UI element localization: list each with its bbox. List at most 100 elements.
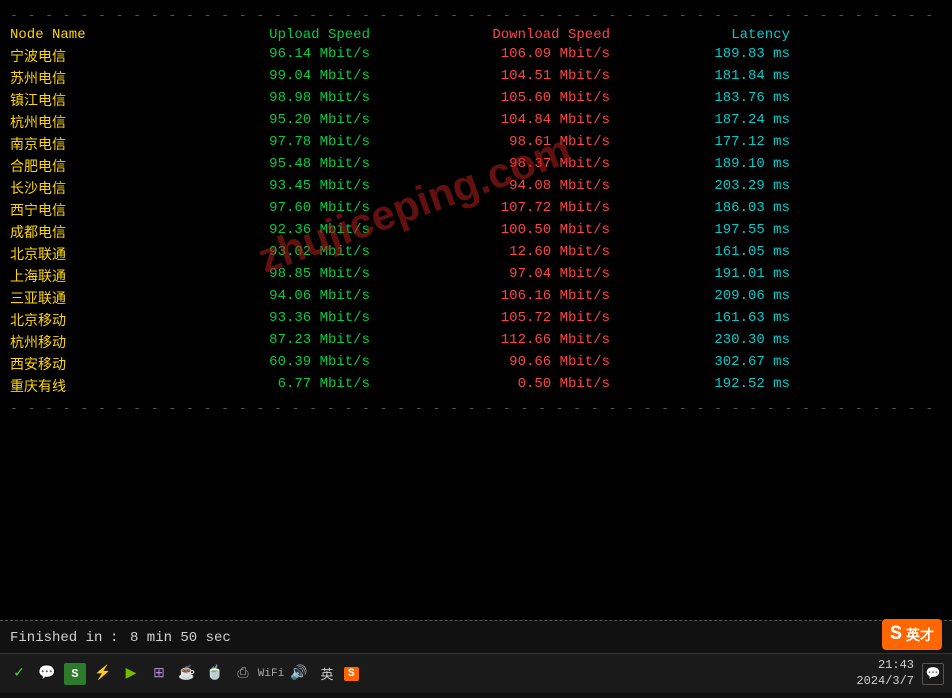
- table-header: Node Name Upload Speed Download Speed La…: [10, 23, 942, 45]
- cell-node: 上海联通: [10, 266, 150, 286]
- cell-upload: 97.78 Mbit/s: [150, 134, 390, 154]
- top-dashed-line: - - - - - - - - - - - - - - - - - - - - …: [10, 8, 942, 23]
- cell-download: 94.08 Mbit/s: [390, 178, 630, 198]
- coffee-icon[interactable]: ☕: [176, 663, 198, 685]
- cell-latency: 191.01 ms: [630, 266, 790, 286]
- table-row: 三亚联通 94.06 Mbit/s 106.16 Mbit/s 209.06 m…: [10, 287, 942, 309]
- cell-upload: 99.04 Mbit/s: [150, 68, 390, 88]
- cell-upload: 95.20 Mbit/s: [150, 112, 390, 132]
- cell-node: 三亚联通: [10, 288, 150, 308]
- header-latency: Latency: [630, 27, 790, 43]
- taskbar-date: 2024/3/7: [856, 674, 914, 690]
- cell-upload: 98.98 Mbit/s: [150, 90, 390, 110]
- cell-latency: 183.76 ms: [630, 90, 790, 110]
- table-row: 杭州电信 95.20 Mbit/s 104.84 Mbit/s 187.24 m…: [10, 111, 942, 133]
- cell-latency: 209.06 ms: [630, 288, 790, 308]
- grid-icon[interactable]: ⊞: [148, 663, 170, 685]
- cell-node: 杭州电信: [10, 112, 150, 132]
- cell-upload: 93.36 Mbit/s: [150, 310, 390, 330]
- speaker-icon[interactable]: 🔊: [288, 663, 310, 685]
- cell-upload: 97.60 Mbit/s: [150, 200, 390, 220]
- cell-upload: 6.77 Mbit/s: [150, 376, 390, 396]
- cell-node: 西宁电信: [10, 200, 150, 220]
- table-row: 苏州电信 99.04 Mbit/s 104.51 Mbit/s 181.84 m…: [10, 67, 942, 89]
- table-row: 镇江电信 98.98 Mbit/s 105.60 Mbit/s 183.76 m…: [10, 89, 942, 111]
- teacup-icon[interactable]: 🍵: [204, 663, 226, 685]
- header-download: Download Speed: [390, 27, 630, 43]
- cell-upload: 87.23 Mbit/s: [150, 332, 390, 352]
- cell-download: 107.72 Mbit/s: [390, 200, 630, 220]
- finished-value: 8 min 50 sec: [130, 627, 231, 649]
- cell-node: 宁波电信: [10, 46, 150, 66]
- taskbar-s-icon[interactable]: S: [344, 667, 359, 681]
- table-row: 上海联通 98.85 Mbit/s 97.04 Mbit/s 191.01 ms: [10, 265, 942, 287]
- cell-node: 北京联通: [10, 244, 150, 264]
- cell-upload: 94.06 Mbit/s: [150, 288, 390, 308]
- nvidia-icon[interactable]: ▶: [120, 663, 142, 685]
- cell-node: 合肥电信: [10, 156, 150, 176]
- cell-download: 106.09 Mbit/s: [390, 46, 630, 66]
- cell-upload: 98.85 Mbit/s: [150, 266, 390, 286]
- finished-label: Finished in: [10, 627, 110, 649]
- bottom-dashed-line: - - - - - - - - - - - - - - - - - - - - …: [10, 401, 942, 416]
- cell-node: 重庆有线: [10, 376, 150, 396]
- cell-latency: 161.05 ms: [630, 244, 790, 264]
- cell-download: 112.66 Mbit/s: [390, 332, 630, 352]
- cell-latency: 302.67 ms: [630, 354, 790, 374]
- cell-download: 90.66 Mbit/s: [390, 354, 630, 374]
- table-row: 重庆有线 6.77 Mbit/s 0.50 Mbit/s 192.52 ms: [10, 375, 942, 397]
- cell-latency: 189.10 ms: [630, 156, 790, 176]
- chat-button[interactable]: 💬: [922, 663, 944, 685]
- cell-node: 成都电信: [10, 222, 150, 242]
- cell-latency: 203.29 ms: [630, 178, 790, 198]
- cell-latency: 161.63 ms: [630, 310, 790, 330]
- table-body: 宁波电信 96.14 Mbit/s 106.09 Mbit/s 189.83 m…: [10, 45, 942, 397]
- logo-s: S: [890, 623, 902, 646]
- table-row: 合肥电信 95.48 Mbit/s 98.37 Mbit/s 189.10 ms: [10, 155, 942, 177]
- table-row: 成都电信 92.36 Mbit/s 100.50 Mbit/s 197.55 m…: [10, 221, 942, 243]
- printer-icon[interactable]: ⎙: [232, 663, 254, 685]
- cell-latency: 186.03 ms: [630, 200, 790, 220]
- table-row: 西安移动 60.39 Mbit/s 90.66 Mbit/s 302.67 ms: [10, 353, 942, 375]
- finished-line: Finished in : 8 min 50 sec: [10, 627, 942, 649]
- terminal-area: - - - - - - - - - - - - - - - - - - - - …: [0, 0, 952, 620]
- check-icon[interactable]: ✓: [8, 663, 30, 685]
- cell-download: 100.50 Mbit/s: [390, 222, 630, 242]
- cell-node: 北京移动: [10, 310, 150, 330]
- superbench-icon[interactable]: S: [64, 663, 86, 685]
- cell-node: 苏州电信: [10, 68, 150, 88]
- cell-upload: 93.45 Mbit/s: [150, 178, 390, 198]
- cell-download: 104.84 Mbit/s: [390, 112, 630, 132]
- cell-node: 杭州移动: [10, 332, 150, 352]
- cell-latency: 177.12 ms: [630, 134, 790, 154]
- cell-download: 105.60 Mbit/s: [390, 90, 630, 110]
- cell-node: 南京电信: [10, 134, 150, 154]
- cell-upload: 92.36 Mbit/s: [150, 222, 390, 242]
- taskbar-time: 21:43: [856, 658, 914, 674]
- cell-upload: 95.48 Mbit/s: [150, 156, 390, 176]
- cell-download: 106.16 Mbit/s: [390, 288, 630, 308]
- taskbar-left: ✓ 💬 S ⚡ ▶ ⊞ ☕ 🍵 ⎙ WiFi 🔊 英 S: [8, 663, 359, 685]
- table-row: 长沙电信 93.45 Mbit/s 94.08 Mbit/s 203.29 ms: [10, 177, 942, 199]
- wechat-icon[interactable]: 💬: [36, 663, 58, 685]
- table-row: 西宁电信 97.60 Mbit/s 107.72 Mbit/s 186.03 m…: [10, 199, 942, 221]
- cell-node: 长沙电信: [10, 178, 150, 198]
- lang-button[interactable]: 英: [316, 663, 338, 685]
- table-row: 南京电信 97.78 Mbit/s 98.61 Mbit/s 177.12 ms: [10, 133, 942, 155]
- cell-download: 97.04 Mbit/s: [390, 266, 630, 286]
- logo: S 英才: [882, 619, 942, 650]
- cell-latency: 189.83 ms: [630, 46, 790, 66]
- cell-upload: 60.39 Mbit/s: [150, 354, 390, 374]
- table-row: 杭州移动 87.23 Mbit/s 112.66 Mbit/s 230.30 m…: [10, 331, 942, 353]
- table-row: 北京联通 93.02 Mbit/s 12.60 Mbit/s 161.05 ms: [10, 243, 942, 265]
- header-upload: Upload Speed: [150, 27, 390, 43]
- cell-download: 0.50 Mbit/s: [390, 376, 630, 396]
- cell-latency: 230.30 ms: [630, 332, 790, 352]
- cell-download: 12.60 Mbit/s: [390, 244, 630, 264]
- cell-node: 镇江电信: [10, 90, 150, 110]
- taskbar-right: 21:43 2024/3/7 💬: [856, 658, 944, 689]
- bluetooth-icon[interactable]: ⚡: [92, 663, 114, 685]
- wifi-icon[interactable]: WiFi: [260, 663, 282, 685]
- cell-latency: 187.24 ms: [630, 112, 790, 132]
- cell-node: 西安移动: [10, 354, 150, 374]
